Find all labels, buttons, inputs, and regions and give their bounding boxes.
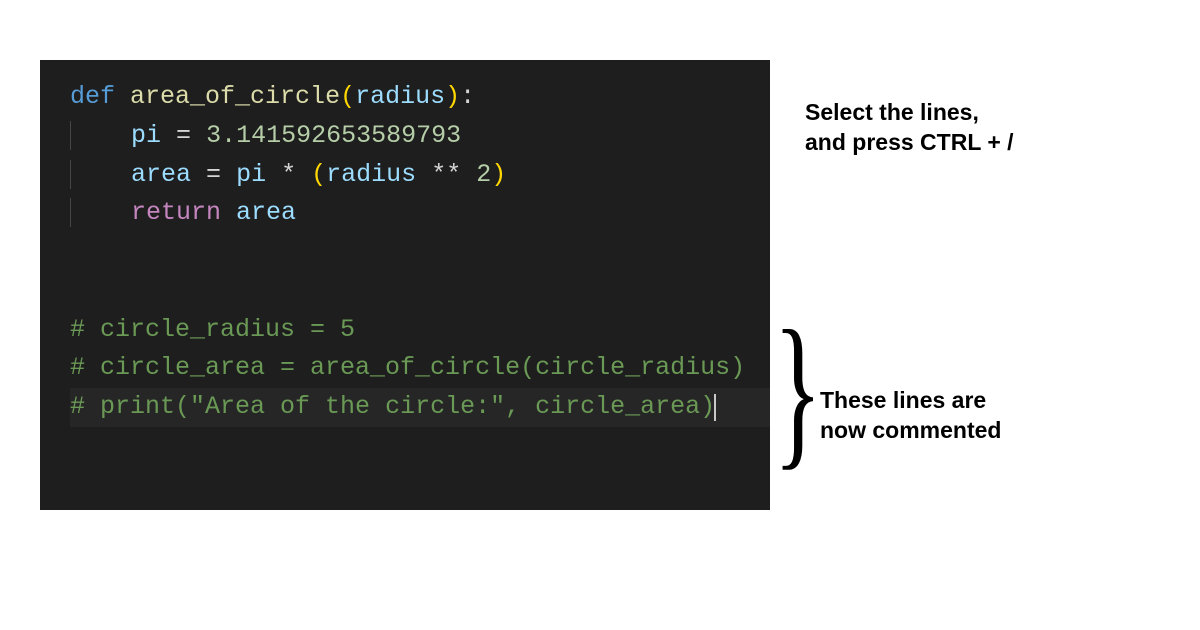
code-line-1: def area_of_circle(radius): bbox=[70, 78, 770, 117]
curly-brace-icon: } bbox=[773, 305, 822, 475]
annotation-line: Select the lines, bbox=[805, 98, 1175, 128]
var-area-ref: area bbox=[236, 198, 296, 227]
num-pi-value: 3.141592653589793 bbox=[206, 121, 461, 150]
annotation-line: and press CTRL + / bbox=[805, 128, 1175, 158]
annotation-result: These lines are now commented bbox=[820, 386, 1190, 446]
op-eq: = bbox=[206, 160, 221, 189]
comment-text: # print( bbox=[70, 392, 190, 421]
var-pi: pi bbox=[131, 121, 161, 150]
keyword-def: def bbox=[70, 82, 115, 111]
code-line-blank-2 bbox=[70, 272, 770, 311]
annotation-line: These lines are bbox=[820, 386, 1190, 416]
annotation-instruction: Select the lines, and press CTRL + / bbox=[805, 98, 1175, 158]
op-pow: ** bbox=[431, 160, 461, 189]
comment-text: # circle_area = area_of_circle(circle_ra… bbox=[70, 353, 745, 382]
open-paren: ( bbox=[311, 160, 326, 189]
keyword-return: return bbox=[131, 198, 221, 227]
close-paren: ) bbox=[445, 82, 460, 111]
code-line-comment-2: # circle_area = area_of_circle(circle_ra… bbox=[70, 349, 770, 388]
code-line-comment-3: # print("Area of the circle:", circle_ar… bbox=[70, 388, 770, 427]
code-line-2: pi = 3.141592653589793 bbox=[70, 117, 770, 156]
op-mul: * bbox=[281, 160, 296, 189]
comment-text: # circle_radius = 5 bbox=[70, 315, 355, 344]
code-line-comment-1: # circle_radius = 5 bbox=[70, 311, 770, 350]
var-area: area bbox=[131, 160, 191, 189]
var-radius-ref: radius bbox=[326, 160, 416, 189]
colon: : bbox=[460, 82, 475, 111]
var-pi-ref: pi bbox=[236, 160, 266, 189]
code-line-4: return area bbox=[70, 194, 770, 233]
text-cursor-icon bbox=[714, 394, 716, 422]
op-eq: = bbox=[176, 121, 191, 150]
param-radius: radius bbox=[355, 82, 445, 111]
function-name: area_of_circle bbox=[130, 82, 340, 111]
num-two: 2 bbox=[476, 160, 491, 189]
code-editor: def area_of_circle(radius): pi = 3.14159… bbox=[40, 60, 770, 510]
comment-text: , circle_area) bbox=[505, 392, 715, 421]
string-literal: "Area of the circle:" bbox=[190, 392, 505, 421]
close-paren: ) bbox=[491, 160, 506, 189]
annotation-line: now commented bbox=[820, 416, 1190, 446]
open-paren: ( bbox=[340, 82, 355, 111]
code-line-blank-1 bbox=[70, 233, 770, 272]
code-line-3: area = pi * (radius ** 2) bbox=[70, 156, 770, 195]
